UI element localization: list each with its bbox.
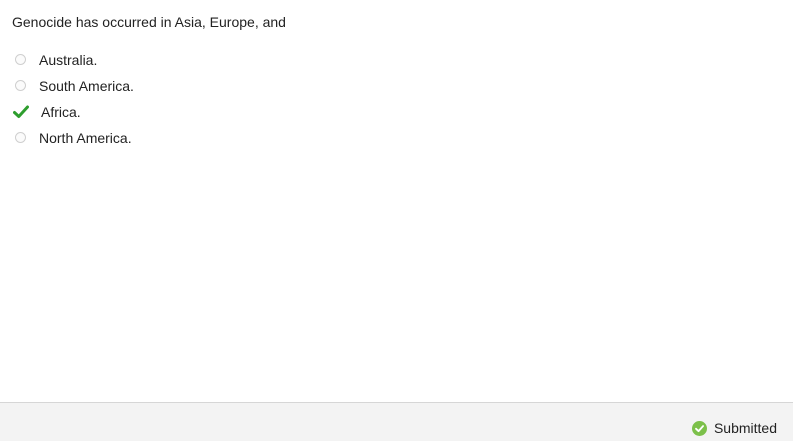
footer-bar: Submitted [0,402,793,441]
option-africa[interactable]: Africa. [13,99,134,125]
radio-button[interactable] [15,79,26,91]
option-south-america[interactable]: South America. [14,73,134,99]
option-north-america[interactable]: North America. [14,125,134,151]
status-text: Submitted [713,420,777,436]
radio-button[interactable] [15,53,26,65]
submission-status: Submitted [691,419,777,437]
answer-options: Australia. South America. Africa. North … [13,47,134,151]
option-label: Australia. [39,52,98,68]
checkmark-icon [13,105,29,118]
radio-button[interactable] [15,131,26,143]
option-label: Africa. [41,104,81,120]
option-label: South America. [39,78,134,94]
option-australia[interactable]: Australia. [14,47,134,73]
check-circle-icon [691,420,707,436]
question-text: Genocide has occurred in Asia, Europe, a… [12,14,286,30]
option-label: North America. [39,130,132,146]
